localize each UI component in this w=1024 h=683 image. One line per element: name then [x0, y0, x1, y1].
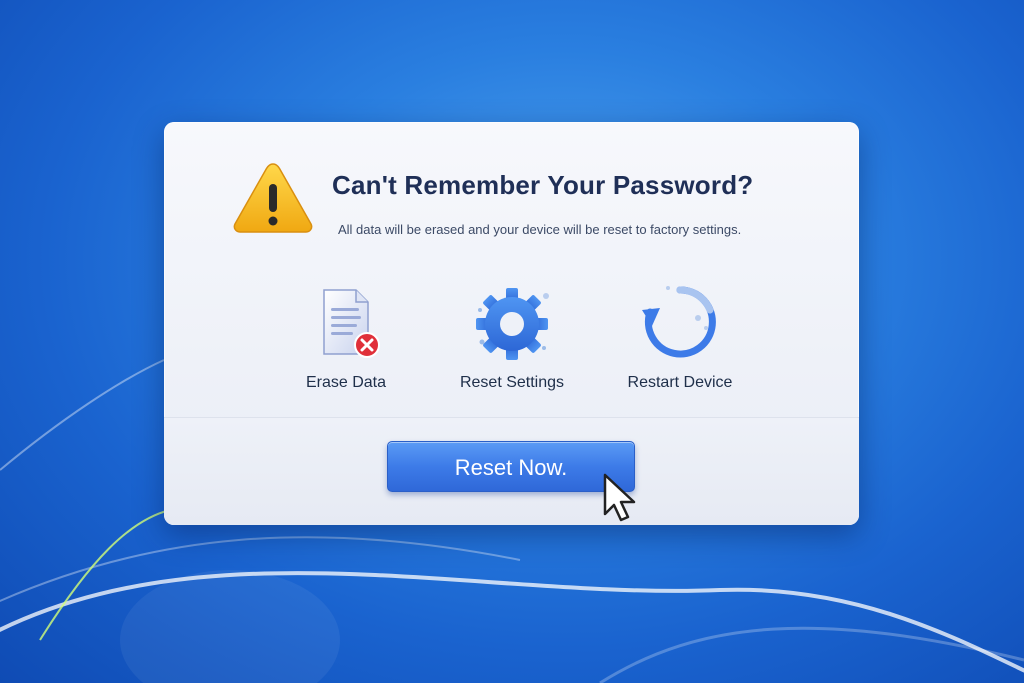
- dialog-title: Can't Remember Your Password?: [332, 170, 754, 200]
- mouse-pointer-icon: [603, 473, 636, 522]
- password-reset-dialog: Can't Remember Your Password? All data w…: [164, 122, 859, 525]
- option-label-restart-device: Restart Device: [627, 374, 733, 391]
- option-label-reset-settings: Reset Settings: [459, 374, 565, 391]
- option-label-erase-data: Erase Data: [305, 374, 387, 391]
- option-restart-device[interactable]: Restart Device: [595, 282, 765, 402]
- gear-icon: [476, 288, 549, 360]
- footer-divider: [164, 417, 859, 418]
- option-erase-data[interactable]: Erase Data: [261, 282, 431, 402]
- reset-now-button[interactable]: Reset Now.: [387, 441, 635, 492]
- desktop-background: Can't Remember Your Password? All data w…: [0, 0, 1024, 683]
- erase-document-icon: [323, 289, 380, 358]
- restart-arrows-icon: [642, 286, 716, 358]
- warning-triangle-icon: [233, 163, 313, 233]
- option-reset-settings[interactable]: Reset Settings: [427, 282, 597, 402]
- dialog-subtitle: All data will be erased and your device …: [338, 222, 742, 237]
